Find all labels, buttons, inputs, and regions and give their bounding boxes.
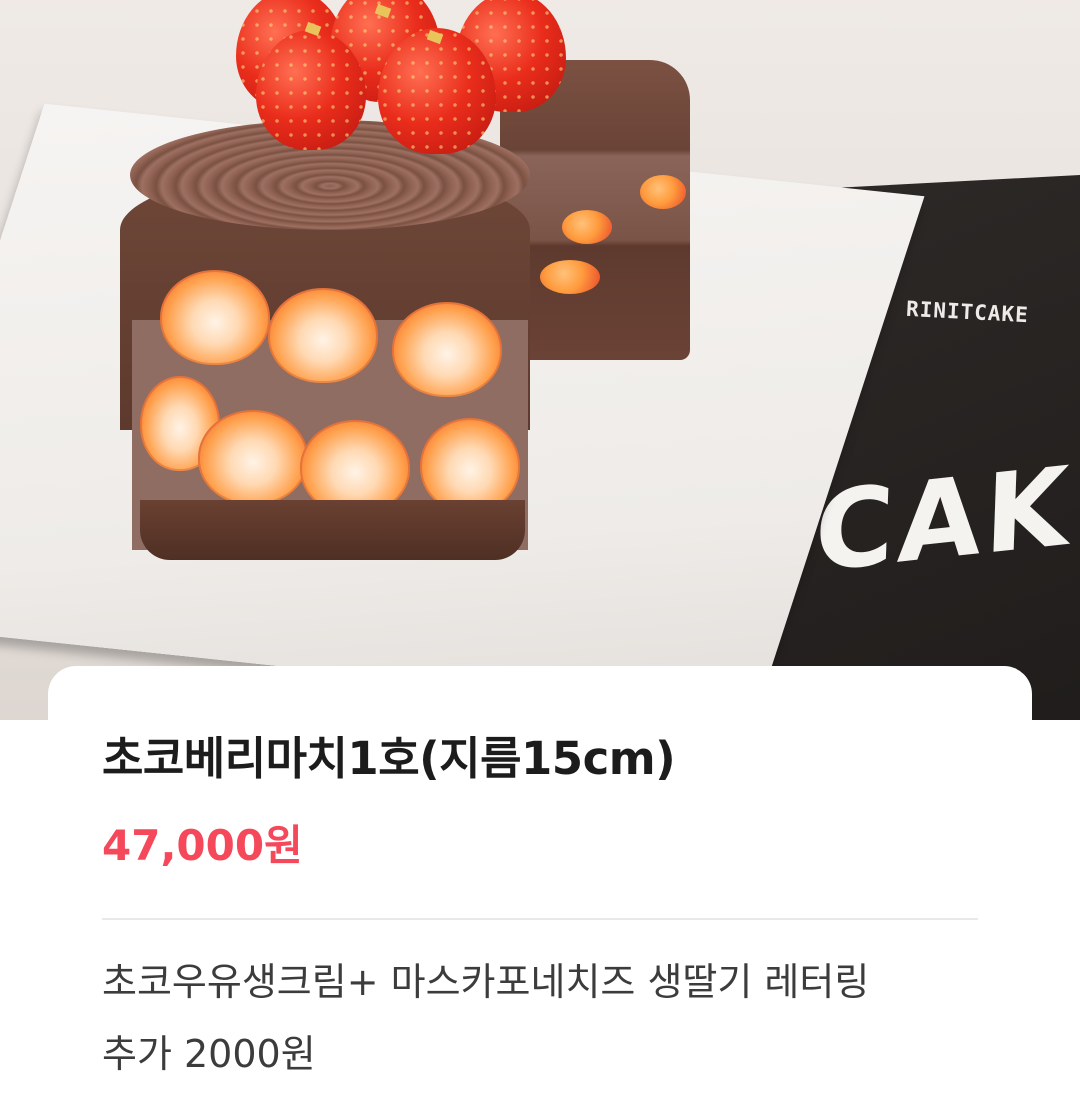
product-description: 초코우유생크림+ 마스카포네치즈 생딸기 레터링 추가 2000원: [102, 946, 869, 1090]
product-photo[interactable]: RINITCAKE ICAKE: [0, 0, 1080, 720]
strawberry-decoration: [378, 28, 496, 154]
description-line: 초코우유생크림+ 마스카포네치즈 생딸기 레터링: [102, 960, 870, 1004]
product-title: 초코베리마치1호(지름15cm): [102, 732, 676, 785]
product-price: 47,000원: [102, 821, 303, 870]
product-info-card: 초코베리마치1호(지름15cm) 47,000원 초코우유생크림+ 마스카포네치…: [48, 666, 1032, 1113]
divider: [102, 918, 978, 920]
cake-illustration: [120, 120, 530, 560]
strawberry-decoration: [256, 30, 366, 150]
description-line: 추가 2000원: [102, 1032, 316, 1076]
product-detail-page: RINITCAKE ICAKE 초코베리마치1호(지름15cm) 47,000원…: [0, 0, 1080, 1113]
